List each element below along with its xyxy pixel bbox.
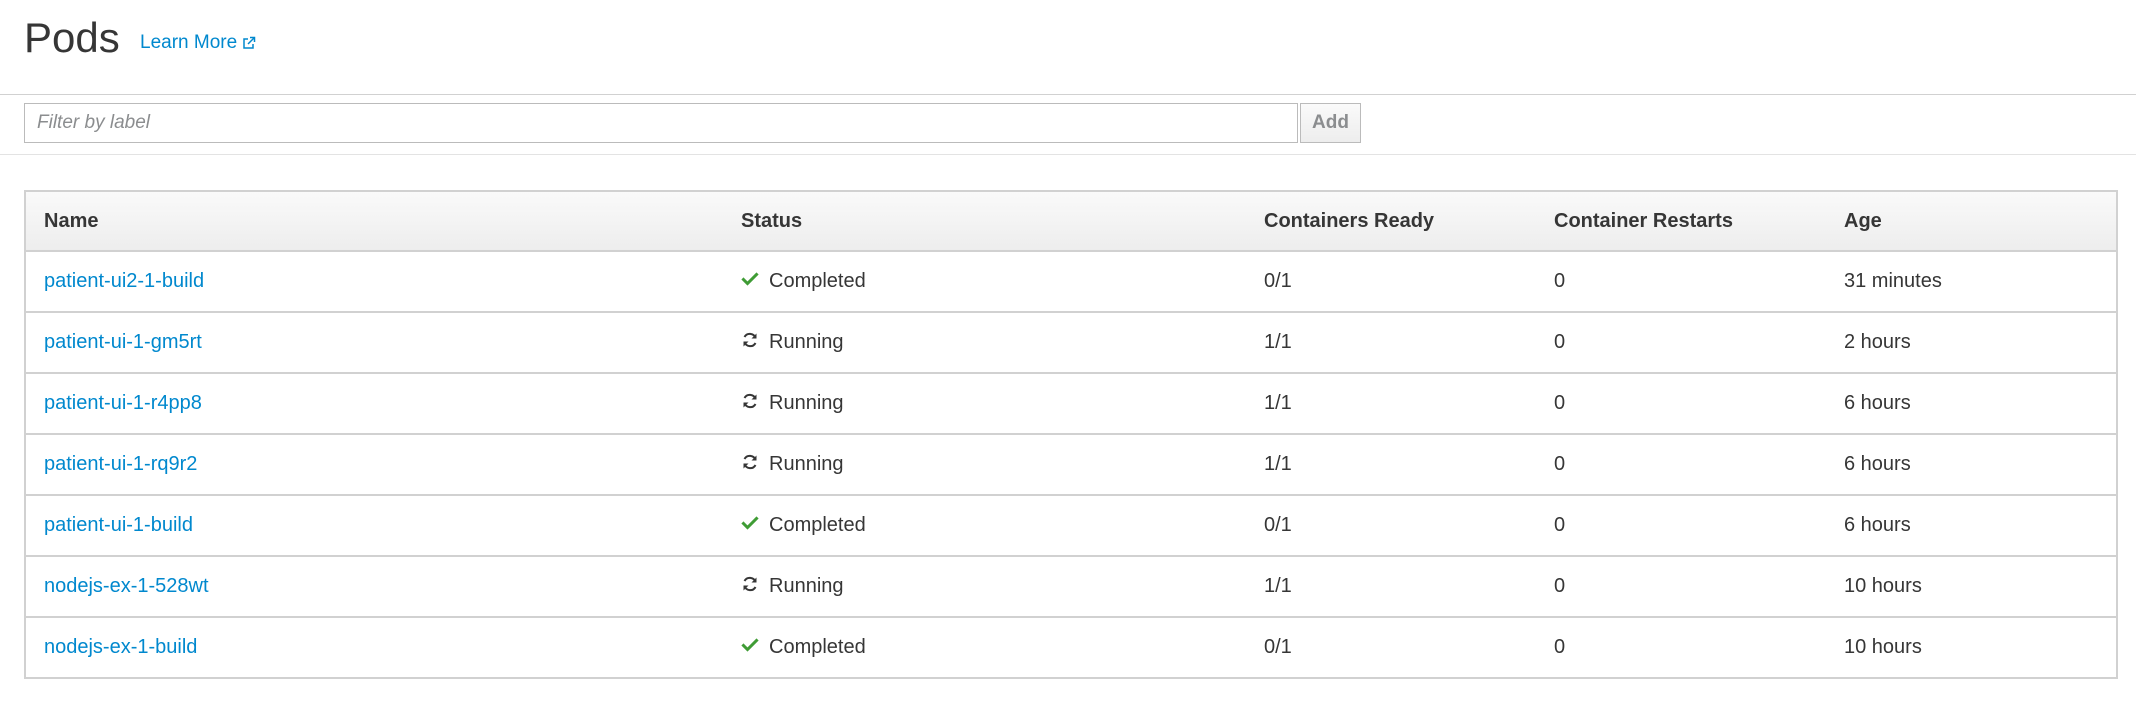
status-indicator: Completed: [741, 514, 1246, 538]
status-indicator: Running: [741, 453, 1246, 477]
cell-age: 6 hours: [1826, 373, 2117, 435]
pod-name-link[interactable]: nodejs-ex-1-528wt: [44, 575, 209, 597]
cell-age: 6 hours: [1826, 495, 2117, 557]
filter-by-label-input[interactable]: [24, 103, 1298, 143]
cell-container-restarts: 0: [1536, 373, 1826, 435]
cell-status: Running: [723, 556, 1246, 618]
status-text: Running: [769, 575, 844, 597]
status-indicator: Completed: [741, 636, 1246, 660]
cell-container-restarts: 0: [1536, 434, 1826, 496]
cell-name: patient-ui-1-rq9r2: [25, 434, 723, 496]
status-indicator: Running: [741, 575, 1246, 599]
table-row: patient-ui-1-gm5rt Running 1/1 0 2 hours: [25, 312, 2117, 374]
refresh-icon: [741, 453, 759, 477]
status-text: Running: [769, 331, 844, 353]
cell-containers-ready: 1/1: [1246, 373, 1536, 435]
learn-more-label: Learn More: [140, 32, 238, 53]
table-row: nodejs-ex-1-build Completed 0/1 0 10 hours: [25, 617, 2117, 678]
status-indicator: Running: [741, 331, 1246, 355]
cell-name: nodejs-ex-1-528wt: [25, 556, 723, 618]
page-title: Pods: [24, 14, 120, 61]
cell-container-restarts: 0: [1536, 495, 1826, 557]
refresh-icon: [741, 575, 759, 599]
column-header-name[interactable]: Name: [25, 191, 723, 252]
cell-containers-ready: 1/1: [1246, 556, 1536, 618]
refresh-icon: [741, 331, 759, 355]
status-text: Completed: [769, 514, 866, 536]
check-icon: [741, 636, 759, 660]
cell-status: Completed: [723, 617, 1246, 678]
add-filter-button[interactable]: Add: [1300, 103, 1361, 143]
status-text: Completed: [769, 636, 866, 658]
table-row: nodejs-ex-1-528wt Running 1/1 0 10 hours: [25, 556, 2117, 618]
filter-bar: Add: [0, 95, 2136, 155]
cell-age: 31 minutes: [1826, 251, 2117, 313]
pods-table-body: patient-ui2-1-build Completed 0/1 0 31 minut…: [25, 251, 2117, 678]
cell-age: 10 hours: [1826, 556, 2117, 618]
cell-name: patient-ui-1-gm5rt: [25, 312, 723, 374]
status-text: Running: [769, 392, 844, 414]
column-header-containers-ready[interactable]: Containers Ready: [1246, 191, 1536, 252]
check-icon: [741, 514, 759, 538]
cell-status: Running: [723, 373, 1246, 435]
table-row: patient-ui-1-r4pp8 Running 1/1 0 6 hours: [25, 373, 2117, 435]
cell-name: patient-ui2-1-build: [25, 251, 723, 313]
table-row: patient-ui-1-rq9r2 Running 1/1 0 6 hours: [25, 434, 2117, 496]
cell-containers-ready: 0/1: [1246, 251, 1536, 313]
cell-status: Completed: [723, 251, 1246, 313]
status-text: Completed: [769, 270, 866, 292]
table-row: patient-ui2-1-build Completed 0/1 0 31 minut…: [25, 251, 2117, 313]
pod-name-link[interactable]: patient-ui-1-build: [44, 514, 193, 536]
pod-name-link[interactable]: patient-ui2-1-build: [44, 270, 204, 292]
pod-name-link[interactable]: patient-ui-1-gm5rt: [44, 331, 202, 353]
pod-name-link[interactable]: patient-ui-1-r4pp8: [44, 392, 202, 414]
column-header-age[interactable]: Age: [1826, 191, 2117, 252]
learn-more-link[interactable]: Learn More: [140, 32, 256, 54]
cell-containers-ready: 1/1: [1246, 434, 1536, 496]
status-indicator: Running: [741, 392, 1246, 416]
cell-status: Running: [723, 312, 1246, 374]
cell-status: Running: [723, 434, 1246, 496]
refresh-icon: [741, 392, 759, 416]
external-link-icon: [243, 36, 256, 49]
cell-container-restarts: 0: [1536, 251, 1826, 313]
cell-containers-ready: 0/1: [1264, 636, 1292, 658]
cell-name: patient-ui-1-r4pp8: [25, 373, 723, 435]
status-text: Running: [769, 453, 844, 475]
pod-name-link[interactable]: nodejs-ex-1-build: [44, 636, 197, 658]
cell-age: 2 hours: [1826, 312, 2117, 374]
cell-name: patient-ui-1-build: [25, 495, 723, 557]
cell-containers-ready: 1/1: [1246, 312, 1536, 374]
cell-container-restarts: 0: [1536, 312, 1826, 374]
table-row: patient-ui-1-build Completed 0/1 0 6 hours: [25, 495, 2117, 557]
table-header-row: Name Status Containers Ready Container R…: [25, 191, 2117, 252]
pod-name-link[interactable]: patient-ui-1-rq9r2: [44, 453, 197, 475]
check-icon: [741, 270, 759, 294]
cell-age: 10 hours: [1844, 636, 1922, 658]
column-header-container-restarts[interactable]: Container Restarts: [1536, 191, 1826, 252]
pods-table: Name Status Containers Ready Container R…: [24, 190, 2118, 679]
cell-containers-ready: 0/1: [1246, 495, 1536, 557]
cell-name: nodejs-ex-1-build: [25, 617, 723, 678]
cell-age: 6 hours: [1826, 434, 2117, 496]
page-header: Pods Learn More: [0, 0, 2136, 95]
cell-status: Completed: [723, 495, 1246, 557]
status-indicator: Completed: [741, 270, 1246, 294]
cell-container-restarts: 0: [1536, 556, 1826, 618]
cell-container-restarts: 0: [1554, 636, 1566, 658]
column-header-status[interactable]: Status: [723, 191, 1246, 252]
